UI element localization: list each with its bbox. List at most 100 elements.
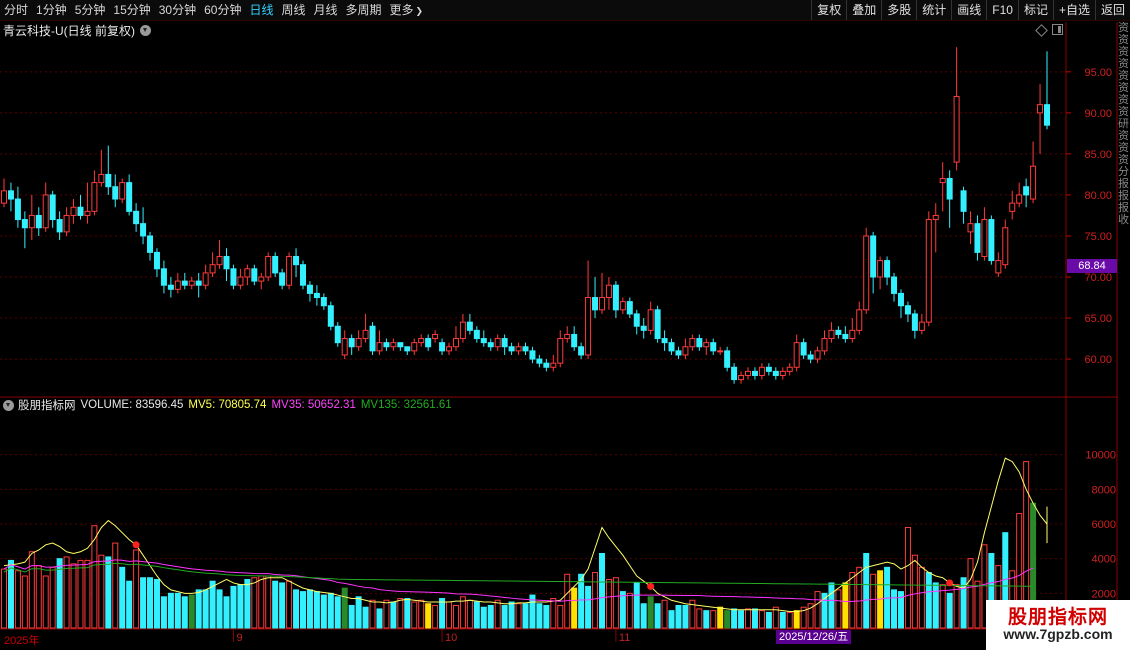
- price-tick-label: 95.00: [1084, 67, 1112, 79]
- candle-body: [487, 342, 494, 348]
- volume-bar: [452, 604, 459, 629]
- volume-bar: [835, 589, 842, 629]
- candle-body: [932, 214, 939, 221]
- volume-bar: [133, 549, 140, 629]
- indicator-dropdown-icon[interactable]: [3, 399, 14, 411]
- candle-body: [167, 284, 174, 290]
- candle-body: [411, 342, 418, 352]
- candle-body: [91, 182, 98, 212]
- candle-body: [807, 354, 814, 360]
- volume-bar: [682, 604, 689, 629]
- candle-body: [327, 305, 334, 327]
- cross-marker: [647, 582, 655, 590]
- volume-bar: [731, 608, 738, 629]
- volume-bar: [585, 585, 592, 629]
- volume-bar: [70, 563, 77, 629]
- candle-body: [153, 251, 160, 270]
- candle-body: [369, 325, 376, 352]
- candle-body: [160, 268, 167, 286]
- volume-bar: [640, 603, 647, 629]
- candle-body: [751, 370, 758, 376]
- candle-body: [821, 338, 828, 352]
- volume-bar: [265, 575, 272, 629]
- candle-body: [557, 338, 564, 364]
- candle-body: [661, 338, 668, 344]
- volume-bar: [446, 601, 453, 629]
- candle-body: [793, 342, 800, 368]
- volume-bar: [35, 565, 42, 629]
- candle-body: [668, 342, 675, 352]
- price-tick-label: 75.00: [1084, 231, 1112, 243]
- candle-body: [772, 370, 779, 376]
- candle-body: [70, 206, 77, 216]
- volume-bar: [167, 592, 174, 629]
- volume-bar: [327, 592, 334, 629]
- candle-body: [828, 329, 835, 340]
- candle-body: [299, 264, 306, 286]
- candle-body: [418, 338, 425, 344]
- candle-body: [7, 190, 14, 200]
- candle-body: [446, 346, 453, 352]
- candle-body: [140, 223, 147, 237]
- volume-bar: [647, 596, 654, 629]
- candle-body: [320, 297, 327, 307]
- month-label: 11: [619, 632, 630, 644]
- mv35-value: MV35: 50652.31: [271, 399, 356, 411]
- volume-bar: [724, 610, 731, 629]
- candle-body: [953, 95, 960, 163]
- mv5-line: [3, 457, 1048, 613]
- cross-marker: [946, 579, 954, 587]
- candle-body: [501, 338, 508, 348]
- mv5-value: MV5: 70805.74: [188, 399, 267, 411]
- volume-bar: [703, 610, 710, 629]
- volume-bar: [953, 584, 960, 629]
- volume-bar: [174, 592, 181, 629]
- volume-bar: [195, 589, 202, 629]
- volume-bar: [598, 552, 605, 629]
- candle-body: [967, 223, 974, 233]
- price-tick-label: 65.00: [1084, 313, 1112, 325]
- volume-bar: [932, 582, 939, 629]
- candle-body: [536, 358, 543, 364]
- volume-bar: [341, 587, 348, 629]
- candle-body: [1002, 227, 1009, 266]
- volume-bar: [654, 603, 661, 629]
- candle-body: [619, 301, 626, 311]
- candle-body: [571, 333, 578, 348]
- kline-chart[interactable]: 95.00 90.00 85.00 80.00 75.00 70.00 65.00 60.00…: [0, 0, 1130, 650]
- candle-body: [244, 268, 251, 278]
- volume-bar: [223, 596, 230, 629]
- indicator-name: 股朋指标网: [18, 400, 76, 412]
- volume-bar: [946, 592, 953, 629]
- volume-bar: [279, 582, 286, 629]
- candle-body: [480, 338, 487, 344]
- volume-bar: [765, 611, 772, 629]
- candle-body: [133, 210, 140, 225]
- volume-bar: [751, 608, 758, 629]
- volume-tick-label: 6000: [1092, 519, 1116, 531]
- volume-bar: [147, 577, 154, 629]
- candle-body: [174, 280, 181, 290]
- candle-body: [1037, 104, 1044, 114]
- candle-body: [383, 342, 390, 348]
- volume-bar: [501, 604, 508, 629]
- volume-bar: [376, 608, 383, 629]
- volume-bar: [779, 611, 786, 629]
- volume-bar: [557, 604, 564, 629]
- volume-bar: [717, 606, 724, 629]
- volume-bar: [355, 596, 362, 629]
- indicator-header: 股朋指标网 VOLUME: 83596.45 MV5: 70805.74 MV3…: [0, 397, 457, 413]
- candle-body: [397, 342, 404, 348]
- volume-bar: [619, 591, 626, 629]
- candle-body: [306, 284, 313, 294]
- price-tick-label: 60.00: [1084, 354, 1112, 366]
- candle-body: [786, 366, 793, 372]
- watermark-title: 股朋指标网: [1007, 607, 1108, 628]
- candle-body: [696, 338, 703, 348]
- candle-body: [995, 260, 1002, 274]
- volume-bar: [397, 598, 404, 629]
- volume-bar: [633, 582, 640, 629]
- candle-body: [56, 219, 63, 233]
- month-label: 9: [236, 632, 242, 644]
- volume-bar: [7, 559, 14, 629]
